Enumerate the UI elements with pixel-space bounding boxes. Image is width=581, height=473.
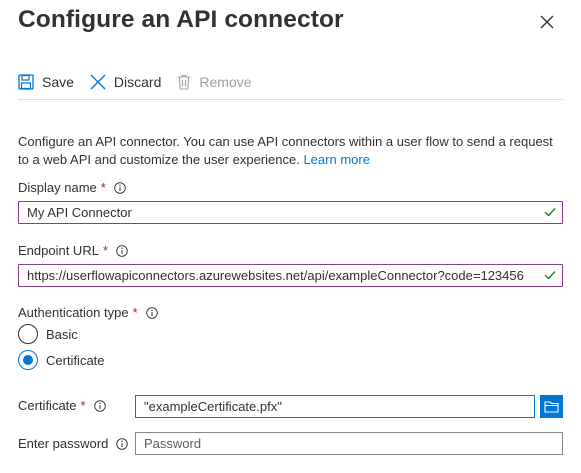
display-name-field[interactable]: My API Connector [18,201,563,224]
info-icon[interactable] [114,181,126,194]
endpoint-url-field[interactable]: https://userflowapiconnectors.azurewebsi… [18,264,563,287]
certificate-file-field[interactable]: "exampleCertificate.pfx" [135,395,535,418]
browse-file-button[interactable] [540,395,563,418]
auth-type-label: Authentication type * [18,305,158,320]
required-marker: * [132,305,138,320]
info-icon[interactable] [93,399,106,412]
radio-certificate[interactable]: Certificate [18,350,105,370]
remove-button[interactable]: Remove [177,74,252,90]
close-icon[interactable] [537,12,557,32]
info-icon[interactable] [145,306,158,319]
certificate-label: Certificate * [18,398,106,413]
password-input[interactable] [135,432,563,455]
description-text: Configure an API connector. You can use … [18,134,553,167]
panel-title: Configure an API connector [18,6,344,33]
info-icon[interactable] [116,244,128,257]
discard-button[interactable]: Discard [90,74,161,90]
password-label: Enter password [18,436,129,451]
valid-check-icon [544,271,556,280]
required-marker: * [80,398,86,413]
save-label: Save [42,74,74,90]
folder-icon [544,401,559,413]
valid-check-icon [544,208,556,217]
radio-button-selected[interactable] [18,350,38,370]
remove-label: Remove [199,74,252,90]
endpoint-url-label: Endpoint URL * [18,243,128,258]
radio-basic[interactable]: Basic [18,324,78,344]
required-marker: * [102,243,109,258]
learn-more-link[interactable]: Learn more [303,152,369,167]
save-icon [18,74,34,90]
toolbar-divider [18,99,563,100]
discard-icon [90,74,106,90]
info-icon[interactable] [116,437,129,450]
discard-label: Discard [113,74,162,90]
display-name-label: Display name * [18,180,126,195]
required-marker: * [100,180,106,195]
radio-button[interactable] [18,324,38,344]
trash-icon [178,74,191,90]
command-bar: Save Discard Remove [18,69,268,95]
save-button[interactable]: Save [18,74,74,90]
